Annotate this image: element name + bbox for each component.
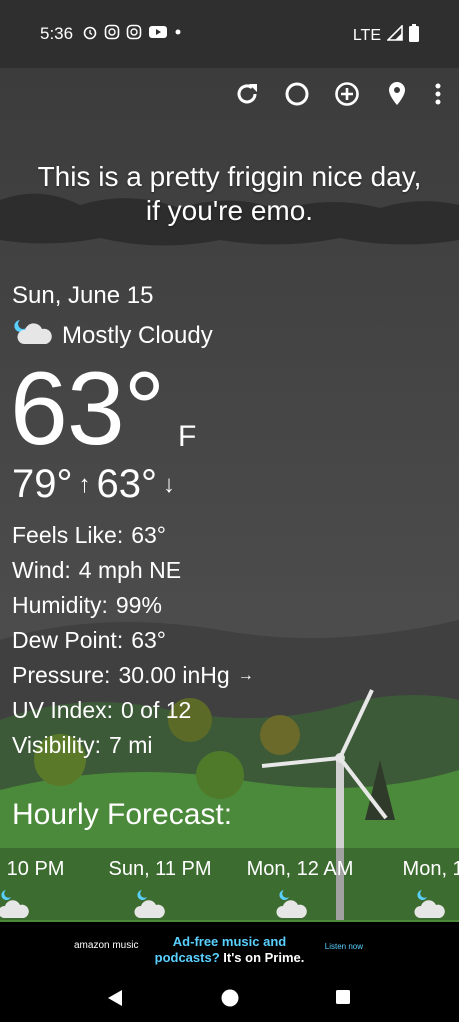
visibility-row: Visibility: 7 mi [12, 728, 254, 763]
network-label: LTE [352, 26, 381, 44]
hourly-item[interactable]: Sun, 11 PM [90, 858, 230, 881]
status-notification-icons [82, 24, 182, 40]
ad-banner[interactable]: amazon music Ad-free music and podcasts?… [0, 922, 459, 974]
hourly-item[interactable]: Mon, 12 AM [230, 858, 370, 881]
recents-icon[interactable] [334, 988, 354, 1008]
visibility-value: 7 mi [109, 732, 153, 758]
home-icon[interactable] [220, 988, 240, 1008]
feels-like-value: 63° [131, 522, 166, 548]
humidity-value: 99% [115, 592, 162, 618]
pressure-row: Pressure: 30.00 inHg → [12, 658, 254, 693]
hourly-item[interactable]: , 10 PM [0, 858, 100, 881]
instagram-icon [104, 24, 120, 40]
feels-like-label: Feels Like: [12, 522, 124, 548]
humidity-label: Humidity: [12, 592, 108, 618]
mostly-cloudy-night-icon [414, 890, 445, 918]
hourly-time: Mon, 12 AM [246, 858, 354, 880]
ad-headline-1: Ad-free music and [172, 934, 287, 949]
hourly-time: Sun, 11 PM [108, 858, 212, 880]
dew-point-label: Dew Point: [12, 627, 124, 653]
hourly-forecast-strip[interactable]: , 10 PM Sun, 11 PM Mon, 12 AM Mon, 1 A [0, 848, 459, 920]
uv-label: UV Index: [12, 697, 113, 723]
headline-line-2: if you're emo. [145, 195, 314, 226]
ad-headline-2: podcasts? It's on Prime. [0, 950, 459, 965]
arrow-down-icon: ↓ [163, 470, 175, 498]
mostly-cloudy-night-icon [276, 890, 307, 918]
youtube-icon [148, 24, 168, 40]
add-location-icon[interactable] [333, 80, 361, 108]
high-low: 79° ↑ 63° ↓ [12, 462, 175, 507]
signal-icon [386, 24, 403, 46]
arrow-right-icon: → [237, 667, 254, 684]
low-temp: 63° [96, 462, 158, 506]
dew-point-row: Dew Point: 63° [12, 623, 254, 658]
mostly-cloudy-night-icon [0, 890, 29, 918]
wind-value: 4 mph NE [78, 557, 182, 583]
current-temperature: 63° [10, 351, 165, 467]
refresh-icon[interactable] [233, 80, 261, 108]
dot-icon [174, 24, 182, 40]
weather-details: Feels Like: 63° Wind: 4 mph NE Humidity: 99… [12, 518, 254, 763]
wind-label: Wind: [12, 557, 71, 583]
humidity-row: Humidity: 99% [12, 588, 254, 623]
ad-cta[interactable]: Listen now [325, 942, 363, 951]
headline-line-1: This is a pretty friggin nice day, [37, 161, 422, 192]
status-right: LTE [353, 24, 419, 47]
battery-icon [409, 24, 419, 47]
dew-point-value: 63° [131, 627, 166, 653]
condition-label: Mostly Cloudy [62, 321, 213, 349]
wind-row: Wind: 4 mph NE [12, 553, 254, 588]
toolbar [233, 80, 443, 108]
mostly-cloudy-night-icon [134, 890, 165, 918]
uv-value: 0 of 12 [121, 697, 192, 723]
pressure-label: Pressure: [12, 662, 111, 688]
visibility-label: Visibility: [12, 732, 102, 758]
theme-icon[interactable] [283, 80, 311, 108]
temperature-unit: F [178, 420, 197, 453]
alarm-icon [82, 24, 98, 40]
pressure-value: 30.00 inHg [118, 662, 230, 688]
status-time: 5:36 [40, 24, 74, 43]
status-bar: 5:36 LTE [0, 0, 459, 68]
ad-headline-2a: podcasts? [154, 950, 220, 965]
arrow-up-icon: ↑ [78, 470, 91, 498]
system-navigation-bar [0, 974, 459, 1022]
hourly-time: , 10 PM [0, 858, 65, 880]
current-condition: Mostly Cloudy [12, 318, 213, 353]
instagram-icon [126, 24, 142, 40]
ad-headline-2b: It's on Prime. [219, 950, 305, 965]
location-pin-icon[interactable] [383, 80, 411, 108]
hourly-item[interactable]: Mon, 1 A [372, 858, 459, 881]
weather-headline: This is a pretty friggin nice day, if yo… [0, 160, 459, 228]
hourly-time: Mon, 1 A [402, 858, 459, 880]
high-temp: 79° [12, 462, 73, 506]
overflow-menu-icon[interactable] [433, 80, 443, 108]
mostly-cloudy-night-icon [12, 318, 54, 353]
current-date: Sun, June 15 [12, 282, 154, 309]
feels-like-row: Feels Like: 63° [12, 518, 254, 553]
hourly-forecast-title: Hourly Forecast: [12, 798, 233, 831]
back-icon[interactable] [106, 988, 126, 1008]
uv-index-row: UV Index: 0 of 12 [12, 693, 254, 728]
